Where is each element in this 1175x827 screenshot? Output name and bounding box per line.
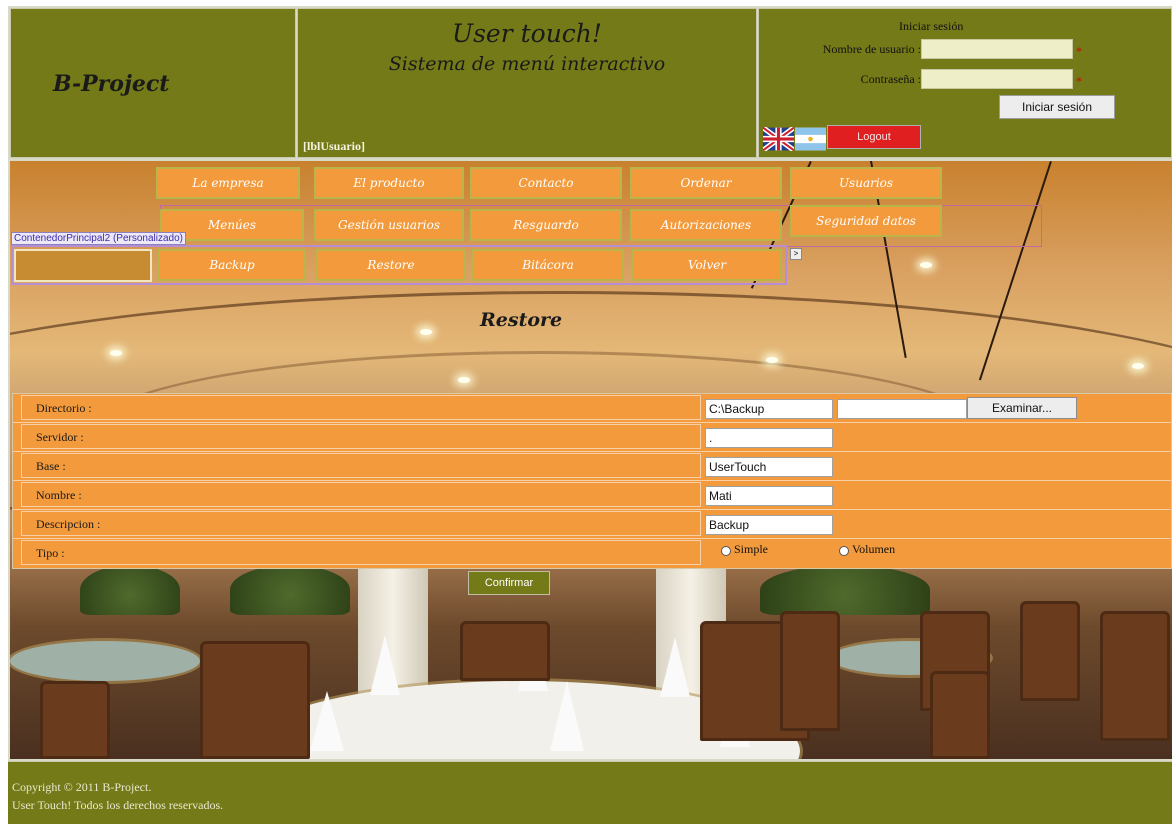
menu-item-volver[interactable]: Volver: [632, 249, 782, 281]
menu-item-restore[interactable]: Restore: [316, 249, 466, 281]
app-title: User touch!: [452, 19, 602, 48]
menu-item-bitacora[interactable]: Bitácora: [472, 249, 624, 281]
descripcion-input[interactable]: [705, 515, 833, 535]
servidor-input[interactable]: [705, 428, 833, 448]
form-row-tipo: Tipo : Simple Volumen: [13, 539, 1171, 568]
username-label: Nombre de usuario :: [822, 42, 921, 56]
menu-item-la-empresa[interactable]: La empresa: [156, 167, 300, 199]
argentina-flag-icon[interactable]: [795, 127, 826, 151]
uk-flag-icon[interactable]: [763, 127, 794, 151]
menu-item-backup[interactable]: Backup: [158, 249, 306, 281]
servidor-label: Servidor :: [21, 424, 701, 449]
file-path-input[interactable]: [837, 399, 967, 419]
form-row-base: Base :: [13, 452, 1171, 481]
descripcion-label: Descripcion :: [21, 511, 701, 536]
directorio-label: Directorio :: [21, 395, 701, 420]
menu-item-gestion-usuarios[interactable]: Gestión usuarios: [314, 209, 464, 241]
logout-button[interactable]: Logout: [827, 125, 921, 149]
container-designer-label: ContenedorPrincipal2 (Personalizado): [11, 232, 186, 245]
header-title-cell: User touch! Sistema de menú interactivo …: [297, 8, 757, 158]
nombre-label: Nombre :: [21, 482, 701, 507]
restore-form: Directorio : Examinar... Servidor : Base…: [12, 393, 1172, 569]
radio-volumen-label[interactable]: Volumen: [852, 542, 895, 557]
glass-table-decoration: [10, 641, 200, 681]
form-row-descripcion: Descripcion :: [13, 510, 1171, 539]
menu-item-autorizaciones[interactable]: Autorizaciones: [630, 209, 782, 241]
menu-item-seguridad-datos[interactable]: Seguridad datos: [790, 205, 942, 237]
menu-item-resguardo[interactable]: Resguardo: [470, 209, 622, 241]
plant-decoration: [80, 565, 180, 615]
password-required-mark: *: [1076, 74, 1082, 88]
ceiling-light: [920, 262, 932, 268]
footer-copyright: Copyright © 2011 B-Project.: [12, 780, 152, 794]
menu-item-el-producto[interactable]: El producto: [314, 167, 464, 199]
ceiling-light: [1132, 363, 1144, 369]
chair-decoration: [40, 681, 110, 759]
ceiling-light: [420, 329, 432, 335]
chair-decoration: [1100, 611, 1170, 741]
radio-simple-label[interactable]: Simple: [734, 542, 768, 557]
ceiling-light: [766, 357, 778, 363]
radio-simple-icon[interactable]: [721, 546, 731, 556]
chair-decoration: [780, 611, 840, 731]
footer: Copyright © 2011 B-Project. User Touch! …: [8, 761, 1172, 824]
chair-decoration: [1020, 601, 1080, 701]
username-required-mark: *: [1076, 44, 1082, 58]
chair-decoration: [200, 641, 310, 759]
chair-decoration: [930, 671, 990, 759]
page-title: Restore: [480, 309, 563, 331]
password-label: Contraseña :: [860, 72, 921, 86]
tipo-label: Tipo :: [21, 540, 701, 565]
menu-item-usuarios[interactable]: Usuarios: [790, 167, 942, 199]
browse-button[interactable]: Examinar...: [967, 397, 1077, 419]
login-title: Iniciar sesión: [899, 19, 964, 33]
directorio-input[interactable]: [705, 399, 833, 419]
menu-item-contacto[interactable]: Contacto: [470, 167, 622, 199]
menu-item-ordenar[interactable]: Ordenar: [630, 167, 782, 199]
ceiling-light: [110, 350, 122, 356]
confirm-button[interactable]: Confirmar: [468, 571, 550, 595]
app-subtitle: Sistema de menú interactivo: [388, 53, 666, 75]
ceiling-light: [458, 377, 470, 383]
footer-rights: User Touch! Todos los derechos reservado…: [12, 798, 224, 812]
chair-decoration: [460, 621, 550, 681]
base-label: Base :: [21, 453, 701, 478]
nombre-input[interactable]: [705, 486, 833, 506]
form-row-directorio: Directorio : Examinar...: [13, 394, 1171, 423]
brand-logo-text: B-Project: [53, 71, 170, 97]
username-input[interactable]: [921, 39, 1073, 59]
form-row-nombre: Nombre :: [13, 481, 1171, 510]
password-input[interactable]: [921, 69, 1073, 89]
user-name-label: [lblUsuario]: [303, 139, 366, 153]
menu-placeholder-cell: [14, 249, 152, 282]
radio-volumen-icon[interactable]: [839, 546, 849, 556]
login-button[interactable]: Iniciar sesión: [999, 95, 1115, 119]
form-row-servidor: Servidor :: [13, 423, 1171, 452]
login-panel: Iniciar sesión Nombre de usuario : * Con…: [758, 8, 1172, 158]
plant-decoration: [230, 565, 350, 615]
plant-decoration: [760, 565, 930, 615]
base-input[interactable]: [705, 457, 833, 477]
expand-chevron-icon[interactable]: >: [790, 248, 802, 260]
header-brand-cell: B-Project: [10, 8, 296, 158]
main-content-area: La empresa El producto Contacto Ordenar …: [10, 161, 1172, 759]
